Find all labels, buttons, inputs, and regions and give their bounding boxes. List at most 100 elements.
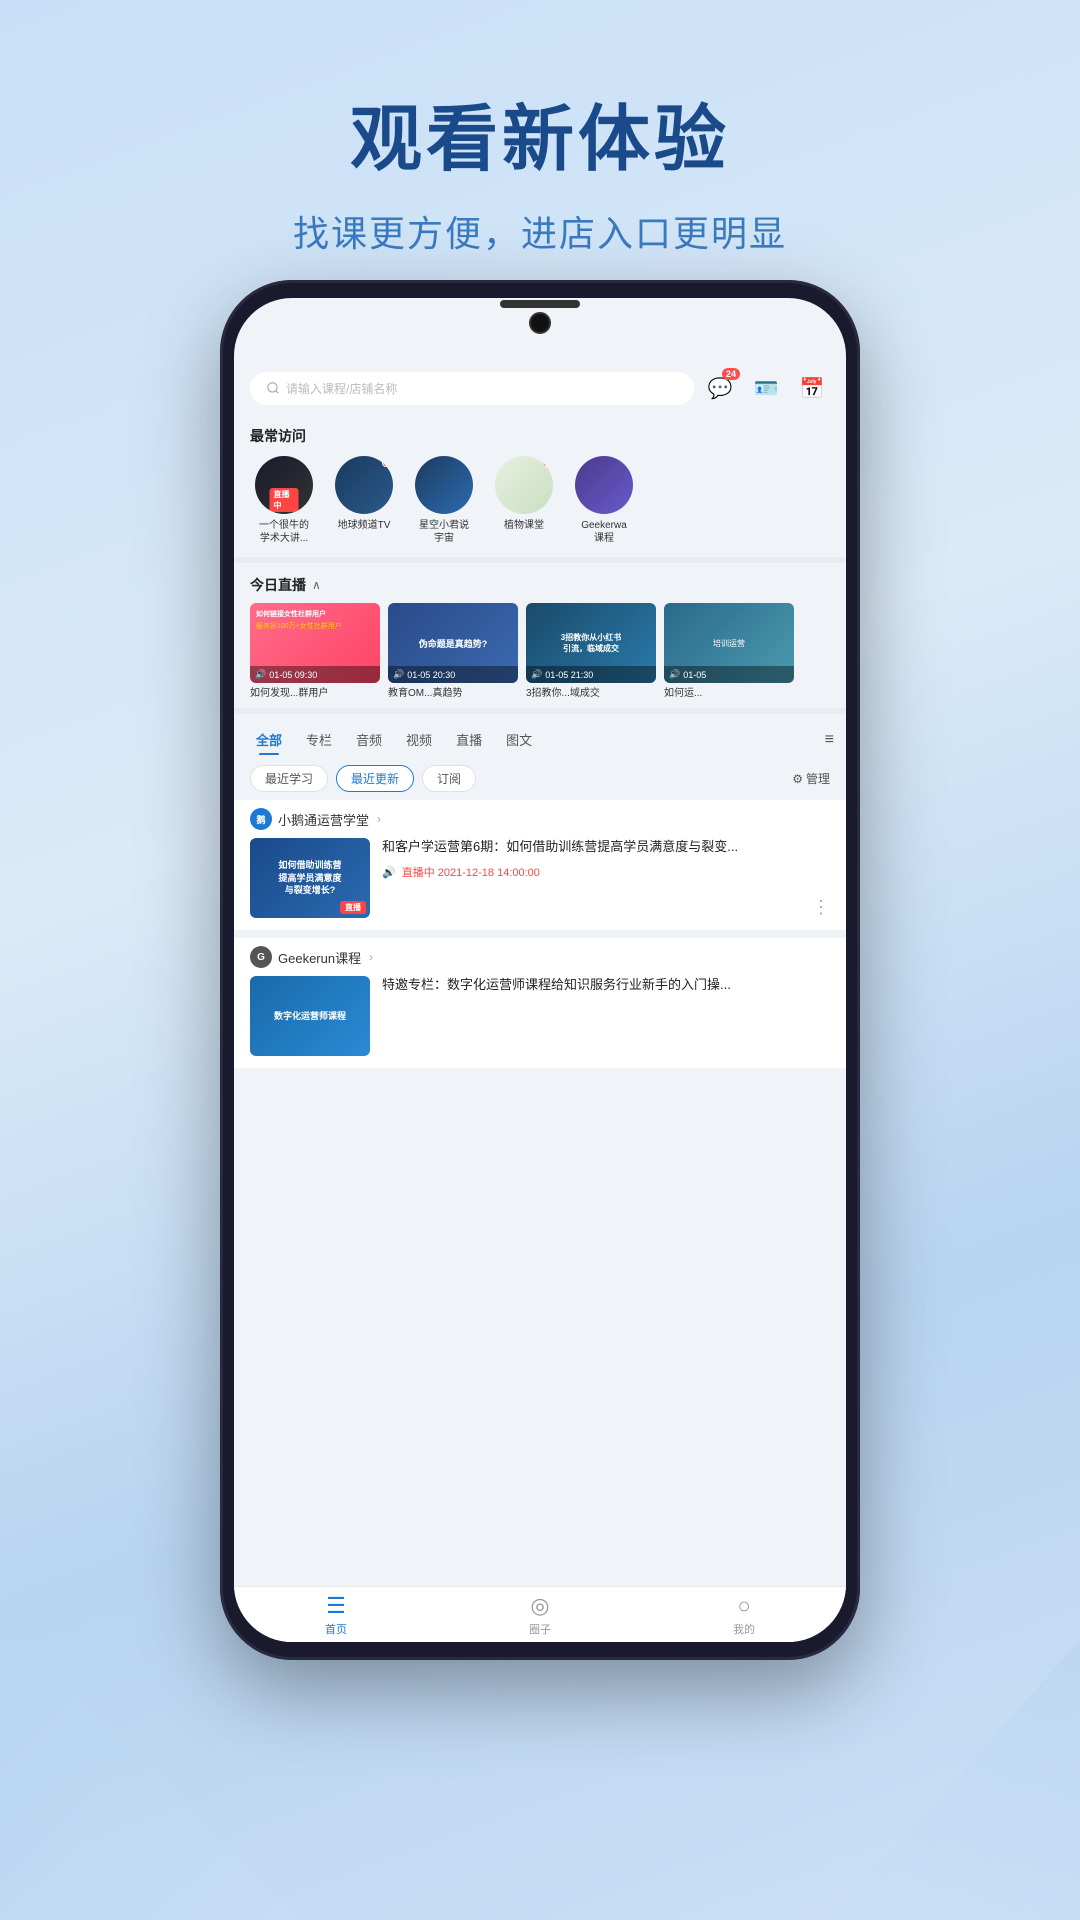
content-card: 数字化运营师课程 特邀专栏：数字化运营师课程给知识服务行业新手的入门操...	[234, 976, 846, 1068]
thumb-overlay: 🔊 01-05 09:30	[250, 666, 380, 683]
live-cards-row: 如何链接女性社群用户 服务好100万+女性社群用户 🔊 01-05 09:30 …	[250, 603, 830, 700]
divider	[234, 708, 846, 714]
tab-all[interactable]: 全部	[246, 726, 292, 753]
hero-subtitle: 找课更方便，进店入口更明显	[0, 205, 1080, 257]
phone-camera	[529, 312, 551, 334]
calendar-icon-btn[interactable]: 📅	[794, 370, 830, 406]
channels-row: 直播中 一个很牛的学术大讲... 地球频道TV 星空小	[250, 456, 830, 545]
live-time: 01-05	[683, 670, 706, 680]
channel-item[interactable]: Geekerwa课程	[570, 456, 638, 545]
home-icon: ☰	[326, 1593, 346, 1619]
waveform-icon: 🔊	[382, 866, 396, 879]
live-card[interactable]: 伪命题是真趋势? 🔊 01-05 20:30 教育OM...真趋势	[388, 603, 518, 700]
red-dot	[382, 459, 390, 467]
card-info: 特邀专栏：数字化运营师课程给知识服务行业新手的入门操...	[382, 976, 830, 1056]
channel-avatar	[335, 456, 393, 514]
shop-avatar: G	[250, 946, 272, 968]
divider	[234, 557, 846, 563]
nav-community-label: 圈子	[529, 1621, 551, 1637]
nav-profile[interactable]: ○ 我的	[642, 1587, 846, 1642]
search-placeholder: 请输入课程/店铺名称	[286, 380, 397, 397]
channel-avatar	[415, 456, 473, 514]
channel-item[interactable]: 植物课堂	[490, 456, 558, 545]
live-status: 直播中 2021-12-18 14:00:00	[402, 864, 540, 880]
search-input[interactable]: 请输入课程/店铺名称	[250, 372, 694, 405]
live-card[interactable]: 培训运营 🔊 01-05 如何运...	[664, 603, 794, 700]
thumb-overlay: 🔊 01-05	[664, 666, 794, 683]
filter-recent-study[interactable]: 最近学习	[250, 765, 328, 792]
card-title: 和客户学运营第6期：如何借助训练营提高学员满意度与裂变...	[382, 838, 800, 856]
tab-audio[interactable]: 音频	[346, 726, 392, 753]
content-area: 鹅 小鹅通运营学堂 › 如何借助训练营提高学员满意度与裂变增长? 直播	[234, 800, 846, 1068]
calendar-icon: 📅	[800, 376, 825, 401]
channel-name: 地球频道TV	[330, 519, 398, 532]
channel-item[interactable]: 地球频道TV	[330, 456, 398, 545]
live-card-title: 教育OM...真趋势	[388, 687, 518, 700]
card-thumbnail: 数字化运营师课程	[250, 976, 370, 1056]
live-today-section: 今日直播 ∧ 如何链接女性社群用户 服务好100万+女性社群用户	[234, 567, 846, 704]
manage-button[interactable]: ⚙ 管理	[792, 770, 830, 787]
message-icon-btn[interactable]: 💬 24	[702, 370, 738, 406]
live-card-thumb: 3招教你从小红书引流，临域成交 🔊 01-05 21:30	[526, 603, 656, 683]
channel-item[interactable]: 直播中 一个很牛的学术大讲...	[250, 456, 318, 545]
shop-arrow-icon: ›	[377, 812, 381, 826]
live-time: 01-05 09:30	[269, 670, 317, 680]
shop-section: G Geekerun课程 › 数字化运营师课程 特邀专栏：数字化运	[234, 938, 846, 1068]
content-tabs: 全部 专栏 音频 视频 直播 图文 ≡	[234, 718, 846, 761]
live-card-thumb: 伪命题是真趋势? 🔊 01-05 20:30	[388, 603, 518, 683]
shop-arrow-icon: ›	[369, 950, 373, 964]
live-card[interactable]: 如何链接女性社群用户 服务好100万+女性社群用户 🔊 01-05 09:30 …	[250, 603, 380, 700]
filter-row: 最近学习 最近更新 订阅 ⚙ 管理	[234, 761, 846, 800]
tab-video[interactable]: 视频	[396, 726, 442, 753]
tab-text[interactable]: 图文	[496, 726, 542, 753]
tab-column[interactable]: 专栏	[296, 726, 342, 753]
nav-community[interactable]: ◎ 圈子	[438, 1587, 642, 1642]
most-visited-title: 最常访问	[250, 426, 830, 446]
phone-mockup: 请输入课程/店铺名称 💬 24 🪪 📅	[220, 280, 860, 1660]
shop-avatar: 鹅	[250, 808, 272, 830]
live-card-thumb: 培训运营 🔊 01-05	[664, 603, 794, 683]
hero-title: 观看新体验	[0, 0, 1080, 185]
search-icons-right: 💬 24 🪪 📅	[702, 370, 830, 406]
channel-avatar	[575, 456, 633, 514]
live-today-title: 今日直播	[250, 575, 306, 595]
shop-header[interactable]: G Geekerun课程 ›	[234, 938, 846, 976]
filter-recent-update[interactable]: 最近更新	[336, 765, 414, 792]
live-badge: 直播中	[270, 488, 299, 512]
live-card-title: 3招教你...域成交	[526, 687, 656, 700]
live-label: 直播	[340, 901, 366, 914]
content-card: 如何借助训练营提高学员满意度与裂变增长? 直播 和客户学运营第6期：如何借助训练…	[234, 838, 846, 930]
chevron-up-icon[interactable]: ∧	[312, 578, 321, 592]
contacts-icon-btn[interactable]: 🪪	[748, 370, 784, 406]
channel-name: 植物课堂	[490, 519, 558, 532]
message-badge: 24	[722, 368, 740, 380]
tab-live[interactable]: 直播	[446, 726, 492, 753]
channel-item[interactable]: 星空小君说宇宙	[410, 456, 478, 545]
shop-section: 鹅 小鹅通运营学堂 › 如何借助训练营提高学员满意度与裂变增长? 直播	[234, 800, 846, 930]
shop-name: Geekerun课程	[278, 948, 361, 967]
live-header: 今日直播 ∧	[250, 575, 830, 595]
card-more-icon[interactable]: ⋮	[812, 897, 830, 918]
live-card-thumb: 如何链接女性社群用户 服务好100万+女性社群用户 🔊 01-05 09:30	[250, 603, 380, 683]
channel-avatar: 直播中	[255, 456, 313, 514]
shop-name: 小鹅通运营学堂	[278, 810, 369, 829]
live-time: 01-05 20:30	[407, 670, 455, 680]
card-meta: 🔊 直播中 2021-12-18 14:00:00	[382, 864, 800, 880]
thumb-overlay: 🔊 01-05 21:30	[526, 666, 656, 683]
bottom-nav: ☰ 首页 ◎ 圈子 ○ 我的	[234, 1586, 846, 1642]
tab-menu-icon[interactable]: ≡	[825, 731, 834, 749]
card-info: 和客户学运营第6期：如何借助训练营提高学员满意度与裂变... 🔊 直播中 202…	[382, 838, 800, 918]
nav-home[interactable]: ☰ 首页	[234, 1587, 438, 1642]
search-bar: 请输入课程/店铺名称 💬 24 🪪 📅	[234, 358, 846, 418]
nav-home-label: 首页	[325, 1621, 347, 1637]
profile-icon: ○	[737, 1593, 750, 1619]
channel-name: Geekerwa课程	[570, 519, 638, 545]
phone-speaker	[500, 300, 580, 308]
live-card[interactable]: 3招教你从小红书引流，临域成交 🔊 01-05 21:30 3招教你...域成交	[526, 603, 656, 700]
manage-icon: ⚙	[792, 772, 803, 786]
thumb-text: 数字化运营师课程	[270, 1006, 350, 1027]
filter-subscribe[interactable]: 订阅	[422, 765, 476, 792]
shop-header[interactable]: 鹅 小鹅通运营学堂 ›	[234, 800, 846, 838]
thumb-text: 如何借助训练营提高学员满意度与裂变增长?	[274, 855, 345, 901]
thumb-overlay: 🔊 01-05 20:30	[388, 666, 518, 683]
